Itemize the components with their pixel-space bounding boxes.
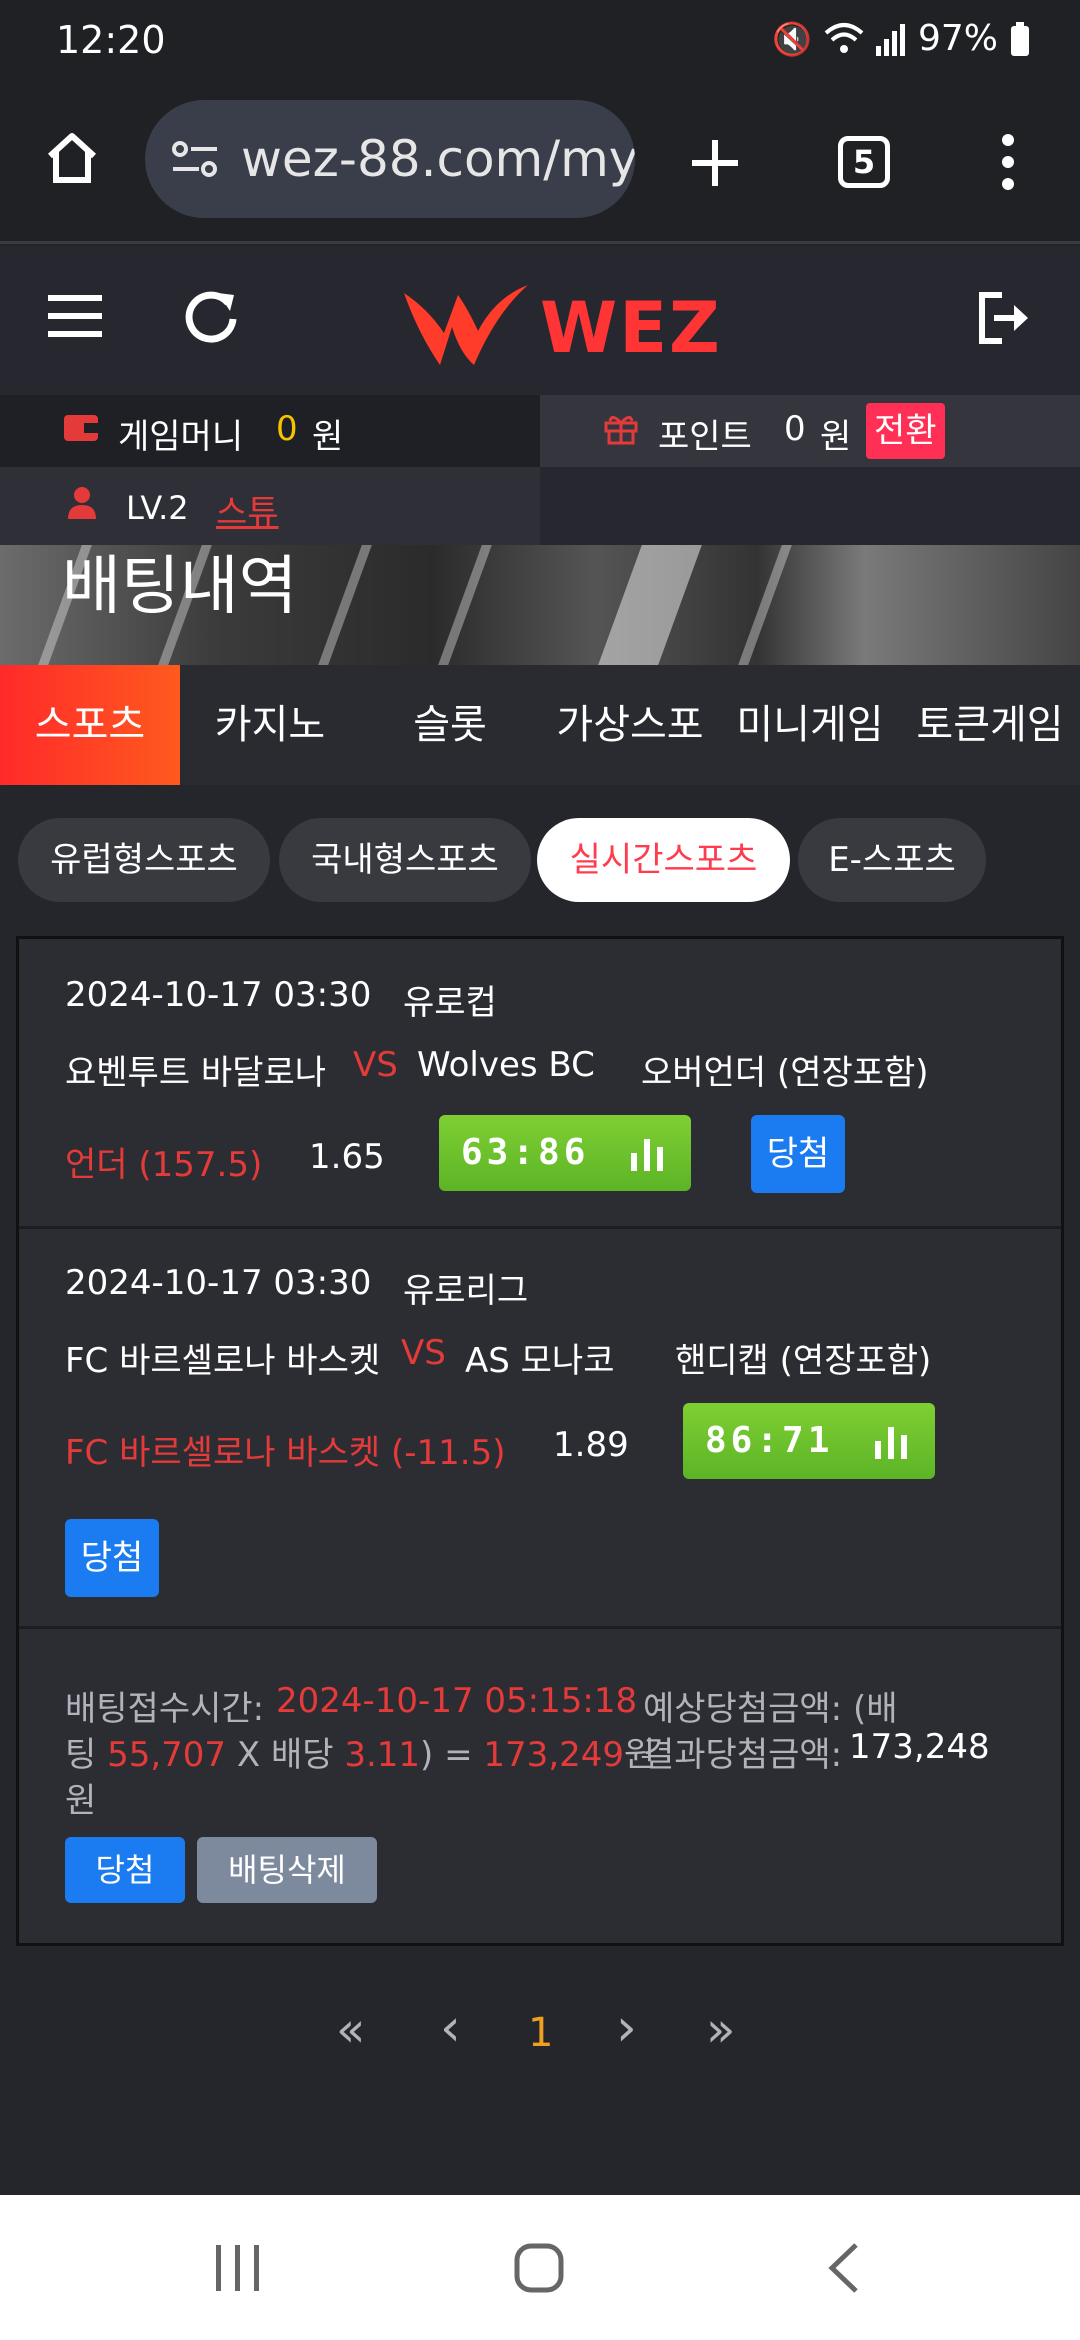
score-button[interactable]: 63:86 [439,1115,691,1191]
site-settings-icon[interactable] [171,140,219,178]
stake-amount: 55,707 [107,1735,227,1775]
expected-amount: 173,249 [483,1735,625,1775]
battery-percent: 97% [917,18,998,59]
tab-sports[interactable]: 스포츠 [0,665,180,785]
bet-datetime: 2024-10-17 03:30 [65,1263,372,1303]
wez-logo-text[interactable]: WEZ [540,287,722,369]
bet-time-label: 배팅접수시간: [65,1689,265,1729]
prev-page-button[interactable]: ‹ [440,1998,461,2058]
tab-mini-game[interactable]: 미니게임 [720,665,900,785]
game-money-value: 0 [276,409,298,449]
user-level: LV.2 [126,489,189,527]
url-bar[interactable]: wez-88.com/my [145,100,635,218]
tab-token-game[interactable]: 토큰게임 [900,665,1080,785]
page-banner: 배팅내역 [0,545,1080,665]
game-money-label: 게임머니 [118,417,244,457]
status-bar: 12:20 🔇 97% [0,0,1080,84]
site-header: WEZ [0,247,1080,395]
browser-toolbar: wez-88.com/my 5 [0,84,1080,244]
win-status-badge[interactable]: 당첨 [65,1519,159,1597]
first-page-button[interactable]: « [336,2002,365,2058]
point-label: 포인트 [658,417,752,457]
gift-icon [604,416,638,445]
hamburger-menu-icon[interactable] [48,293,102,339]
delete-bet-button[interactable]: 배팅삭제 [197,1837,377,1903]
wallet-icon [64,415,98,441]
next-page-button[interactable]: › [616,1998,637,2058]
system-nav-bar [0,2195,1080,2340]
score-value: 63:86 [461,1132,590,1173]
tab-slot[interactable]: 슬롯 [360,665,540,785]
bet-item: 2024-10-17 03:30 유로리그 FC 바르셀로나 바스켓 VS AS… [19,1229,1061,1629]
category-tabs: 스포츠 카지노 슬롯 가상스포츠 미니게임 토큰게임 [0,665,1080,868]
bet-datetime: 2024-10-17 03:30 [65,975,372,1015]
subtab-domestic-sports[interactable]: 국내형스포츠 [279,818,531,902]
bet-home-team: 요벤투트 바달로나 [65,1053,327,1093]
bet-away-team: Wolves BC [417,1045,595,1085]
subtab-esports[interactable]: E-스포츠 [798,818,986,902]
total-odds: 3.11 [344,1735,421,1775]
battery-icon [1011,21,1029,56]
tab-virtual-sports[interactable]: 가상스포츠 [540,665,720,868]
username-link[interactable]: 스튜 [216,485,279,534]
convert-button[interactable]: 전환 [866,403,945,459]
win-status-badge[interactable]: 당첨 [751,1115,845,1193]
bet-league: 유로컵 [403,983,497,1023]
game-money-unit: 원 [312,417,344,457]
recent-apps-icon[interactable] [214,2245,262,2291]
vs-label: VS [353,1045,398,1085]
bet-home-team: FC 바르셀로나 바스켓 [65,1341,381,1381]
bet-summary: 배팅접수시간: 2024-10-17 05:15:18 예상당첨금액: (배 팅… [19,1629,1061,1943]
wifi-icon [824,22,864,53]
refresh-icon[interactable] [182,287,240,345]
bet-pick: FC 바르셀로나 바스켓 (-11.5) [65,1433,506,1473]
point-panel: 포인트 0 원 전환 [540,395,1080,467]
signal-icon [875,23,905,56]
game-money-panel: 게임머니 0 원 [0,395,540,467]
logout-icon[interactable] [978,291,1032,345]
win-status-button[interactable]: 당첨 [65,1837,185,1903]
mute-icon: 🔇 [772,19,812,58]
point-value: 0 [784,409,806,449]
home-icon[interactable] [44,130,100,186]
bet-odds: 1.65 [309,1137,385,1177]
back-nav-icon[interactable] [826,2241,860,2295]
score-value: 86:71 [705,1420,834,1461]
home-nav-icon[interactable] [514,2243,564,2293]
bet-market: 핸디캡 (연장포함) [675,1341,932,1381]
status-time: 12:20 [56,18,166,62]
bet-market: 오버언더 (연장포함) [641,1053,929,1093]
point-unit: 원 [820,417,852,457]
result-amount-label: 결과당첨금액: [643,1735,843,1775]
stats-chart-icon [875,1427,907,1459]
wez-logo-mark[interactable] [400,273,540,373]
bet-pick: 언더 (157.5) [65,1145,263,1185]
bet-odds: 1.89 [553,1425,629,1465]
bet-history-card: 2024-10-17 03:30 유로컵 요벤투트 바달로나 VS Wolves… [16,936,1064,1946]
current-page[interactable]: 1 [528,2010,553,2056]
vs-label: VS [401,1333,446,1373]
tab-casino[interactable]: 카지노 [180,665,360,785]
last-page-button[interactable]: » [706,2002,735,2058]
bet-item: 2024-10-17 03:30 유로컵 요벤투트 바달로나 VS Wolves… [19,939,1061,1229]
level-panel: LV.2 스튜 [0,467,540,545]
result-amount-value: 173,248 [849,1727,990,1767]
url-text: wez-88.com/my [241,130,635,188]
bet-time-value: 2024-10-17 05:15:18 [276,1681,638,1721]
expected-amount-label: 예상당첨금액: (배 [643,1689,898,1729]
bet-away-team: AS 모나코 [465,1341,615,1381]
bet-league: 유로리그 [403,1271,529,1311]
new-tab-icon[interactable] [688,136,742,190]
score-button[interactable]: 86:71 [683,1403,935,1479]
user-icon [68,487,96,519]
tab-switcher-button[interactable]: 5 [838,136,890,188]
more-menu-icon[interactable] [998,132,1018,192]
subtab-european-sports[interactable]: 유럽형스포츠 [18,818,270,902]
page-title: 배팅내역 [62,550,298,624]
subtab-live-sports[interactable]: 실시간스포츠 [537,818,790,902]
stats-chart-icon [631,1139,663,1171]
